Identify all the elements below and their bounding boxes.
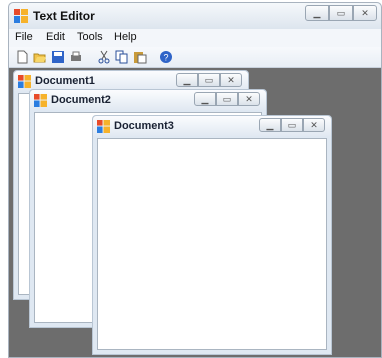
close-button[interactable]: ✕ bbox=[353, 5, 377, 21]
document1-titlebar[interactable]: Document1 ▁ ▭ ✕ bbox=[14, 71, 248, 91]
minimize-icon: ▁ bbox=[266, 119, 274, 130]
window-controls: ▁ ▭ ✕ bbox=[305, 5, 377, 21]
help-icon[interactable]: ? bbox=[159, 50, 173, 64]
app-window: Text Editor ▁ ▭ ✕ File Edit Tools Help ?… bbox=[8, 2, 382, 358]
close-button[interactable]: ✕ bbox=[220, 73, 242, 87]
maximize-button[interactable]: ▭ bbox=[329, 5, 353, 21]
svg-text:?: ? bbox=[163, 53, 168, 63]
save-icon[interactable] bbox=[51, 50, 65, 64]
minimize-icon: ▁ bbox=[183, 74, 191, 85]
document3-title: Document3 bbox=[114, 120, 174, 132]
document-icon bbox=[97, 120, 110, 133]
cut-icon[interactable] bbox=[97, 50, 111, 64]
close-button[interactable]: ✕ bbox=[303, 118, 325, 132]
document3-text-area[interactable] bbox=[97, 138, 327, 350]
close-icon: ✕ bbox=[227, 74, 235, 85]
maximize-icon: ▭ bbox=[336, 7, 346, 18]
open-icon[interactable] bbox=[33, 50, 47, 64]
menu-file[interactable]: File bbox=[15, 31, 33, 43]
maximize-icon: ▭ bbox=[204, 74, 214, 85]
toolbar: ? bbox=[9, 47, 381, 68]
document2-title: Document2 bbox=[51, 94, 111, 106]
maximize-button[interactable]: ▭ bbox=[216, 92, 238, 106]
maximize-button[interactable]: ▭ bbox=[198, 73, 220, 87]
document1-title: Document1 bbox=[35, 75, 95, 87]
close-icon: ✕ bbox=[245, 93, 253, 104]
minimize-icon: ▁ bbox=[201, 93, 209, 104]
maximize-button[interactable]: ▭ bbox=[281, 118, 303, 132]
minimize-button[interactable]: ▁ bbox=[176, 73, 198, 87]
menu-help[interactable]: Help bbox=[114, 31, 137, 43]
minimize-button[interactable]: ▁ bbox=[259, 118, 281, 132]
minimize-button[interactable]: ▁ bbox=[305, 5, 329, 21]
mdi-client-area: Document1 ▁ ▭ ✕ Document2 ▁ ▭ ✕ Document… bbox=[9, 68, 381, 357]
document3-controls: ▁ ▭ ✕ bbox=[259, 118, 325, 132]
document-icon bbox=[34, 94, 47, 107]
close-icon: ✕ bbox=[310, 119, 318, 130]
copy-icon[interactable] bbox=[115, 50, 129, 64]
print-icon[interactable] bbox=[69, 50, 83, 64]
document2-controls: ▁ ▭ ✕ bbox=[194, 92, 260, 106]
menu-tools[interactable]: Tools bbox=[77, 31, 103, 43]
menu-bar: File Edit Tools Help bbox=[9, 29, 381, 47]
document-icon bbox=[18, 75, 31, 88]
app-icon bbox=[14, 9, 28, 23]
close-button[interactable]: ✕ bbox=[238, 92, 260, 106]
document3-window[interactable]: Document3 ▁ ▭ ✕ bbox=[92, 115, 332, 355]
document3-titlebar[interactable]: Document3 ▁ ▭ ✕ bbox=[93, 116, 331, 136]
minimize-icon: ▁ bbox=[313, 7, 321, 18]
maximize-icon: ▭ bbox=[222, 93, 232, 104]
document1-controls: ▁ ▭ ✕ bbox=[176, 73, 242, 87]
paste-icon[interactable] bbox=[133, 50, 147, 64]
new-icon[interactable] bbox=[15, 50, 29, 64]
menu-edit[interactable]: Edit bbox=[46, 31, 65, 43]
app-title: Text Editor bbox=[33, 9, 95, 23]
close-icon: ✕ bbox=[361, 7, 369, 18]
minimize-button[interactable]: ▁ bbox=[194, 92, 216, 106]
document2-titlebar[interactable]: Document2 ▁ ▭ ✕ bbox=[30, 90, 266, 110]
app-titlebar[interactable]: Text Editor ▁ ▭ ✕ bbox=[9, 3, 381, 29]
maximize-icon: ▭ bbox=[287, 119, 297, 130]
